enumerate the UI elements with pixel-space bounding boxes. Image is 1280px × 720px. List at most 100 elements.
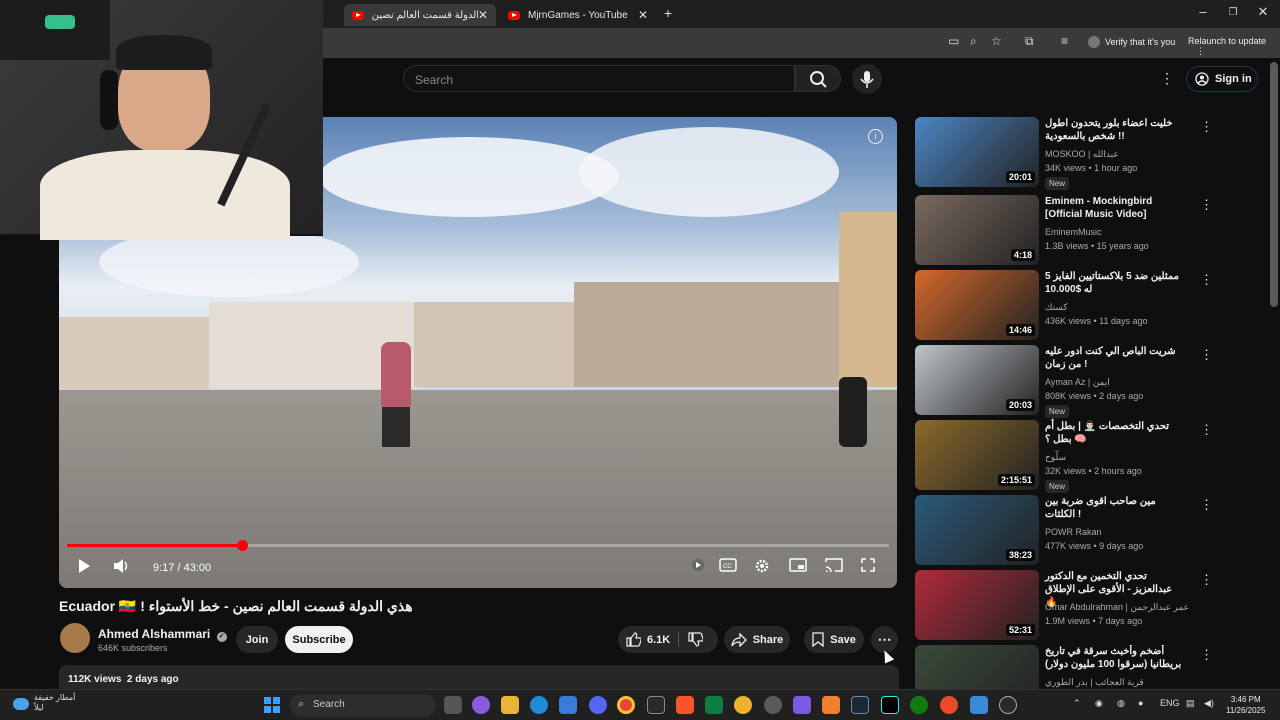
captions-button[interactable]: CC [719,558,737,575]
recommendation-thumbnail[interactable] [915,645,1039,689]
more-actions-button[interactable]: ⋯ [871,626,898,653]
recommendation-thumbnail[interactable]: 20:01 [915,117,1039,187]
recommendation-thumbnail[interactable]: 38:23 [915,495,1039,565]
recommendation-menu-icon[interactable]: ⋮ [1200,272,1213,288]
menu-kebab-icon[interactable]: ⋮ [1196,46,1205,56]
like-button[interactable]: 6.1K [626,632,670,647]
dislike-button[interactable] [688,632,704,650]
sign-in-button[interactable]: Sign in [1186,66,1258,92]
fullscreen-button[interactable] [861,558,875,575]
video-progress-bar[interactable] [67,540,889,551]
volume-icon[interactable]: ◀) [1204,698,1214,709]
recommendation-menu-icon[interactable]: ⋮ [1200,497,1213,513]
tab-mjrngames[interactable]: MjrnGames - YouTube ✕ [500,4,656,26]
verify-account-chip[interactable]: Verify that it's you [1088,36,1175,48]
maximize-button[interactable]: ❐ [1218,7,1248,18]
excel-icon[interactable] [705,696,723,714]
recommendation-title[interactable]: خليت اعضاء بلور يتحدون اطول شخص بالسعودي… [1045,117,1185,143]
recommendation-menu-icon[interactable]: ⋮ [1200,422,1213,438]
close-window-button[interactable]: ✕ [1248,4,1278,20]
recommendation-channel[interactable]: MOSKOO | عبدالله [1045,149,1119,160]
tab-active-video[interactable]: هذي الدولة قسمت العالم نصين - ✕ [344,4,496,26]
recommendation-thumbnail[interactable]: 14:46 [915,270,1039,340]
tiktok-icon[interactable] [881,696,899,714]
weather-icon[interactable] [13,698,29,710]
recommendation-title[interactable]: 5 ممثلين ضد 5 بلاكستاتيين الفايز له $10.… [1045,270,1185,296]
cast-icon[interactable]: ▭ [948,34,959,48]
recommendation-thumbnail[interactable]: 20:03 [915,345,1039,415]
reading-list-icon[interactable]: ≡ [1061,34,1068,48]
recommendation-item[interactable]: 2:15:51 تحدي التخصصات 👨🏻‍⚕️ | بطل أم بطل … [915,420,1215,493]
steam-icon[interactable] [851,696,869,714]
taskbar-search[interactable]: ⌕ Search [290,694,436,717]
obs-icon[interactable] [940,696,958,714]
channel-name[interactable]: Ahmed Alshammari ✓ [98,627,227,642]
search-input[interactable]: Search [403,65,795,92]
share-button[interactable]: Share [724,626,790,653]
recommendation-item[interactable]: 38:23 مين صاحب اقوى ضربة بين الكلثات ! POW… [915,495,1215,565]
recommendation-title[interactable]: مين صاحب اقوى ضربة بين الكلثات ! [1045,495,1185,521]
recommendation-channel[interactable]: EminemMusic [1045,227,1102,237]
bookmark-star-icon[interactable]: ☆ [991,34,1002,48]
recommendation-menu-icon[interactable]: ⋮ [1200,647,1213,663]
recommendation-title[interactable]: أضخم وأخبث سرقة في تاريخ بريطانيا (سرقوا… [1045,645,1185,671]
tray-overflow-icon[interactable]: ⌃ [1073,698,1081,709]
copilot-icon[interactable] [472,696,490,714]
subscribe-button[interactable]: Subscribe [285,626,353,653]
recommendation-item[interactable]: 20:01 خليت اعضاء بلور يتحدون اطول شخص بال… [915,117,1215,190]
settings-kebab-icon[interactable]: ⋮ [1160,70,1174,87]
zoom-icon[interactable]: ⌕ [970,34,977,49]
voice-search-button[interactable] [852,64,882,94]
microphone-icon[interactable]: ● [1138,698,1143,708]
start-button[interactable] [264,697,280,713]
tray-app-icon[interactable]: ◉ [1095,698,1103,709]
close-tab-icon[interactable]: ✕ [638,8,648,22]
recommendation-channel[interactable]: Ayman Az | ايمن [1045,377,1110,388]
play-button[interactable] [77,558,91,577]
page-scrollbar[interactable] [1270,62,1278,307]
recommendation-channel[interactable]: سلّوح [1045,452,1066,463]
app-icon[interactable] [734,696,752,714]
relaunch-button[interactable]: Relaunch to update ⋮ [1188,36,1280,57]
autoplay-toggle[interactable] [691,558,705,575]
recommendation-menu-icon[interactable]: ⋮ [1200,347,1213,363]
info-icon[interactable]: i [868,129,883,144]
minimize-button[interactable]: – [1188,4,1218,19]
miniplayer-button[interactable] [789,558,807,575]
recommendation-item[interactable]: 52:31 تحدي التخمين مع الدكتور عبدالعزيز -… [915,570,1215,640]
recommendation-menu-icon[interactable]: ⋮ [1200,197,1213,213]
recommendation-thumbnail[interactable]: 52:31 [915,570,1039,640]
language-indicator[interactable]: ENG [1160,698,1180,708]
app-icon[interactable] [970,696,988,714]
close-tab-icon[interactable]: ✕ [478,8,488,22]
capcut-icon[interactable] [647,696,665,714]
chrome-icon[interactable] [617,696,635,714]
system-clock[interactable]: 3:46 PM 11/26/2025 [1226,694,1265,716]
recommendation-item[interactable]: أضخم وأخبث سرقة في تاريخ بريطانيا (سرقوا… [915,645,1215,689]
discord-icon[interactable] [589,696,607,714]
recommendation-channel[interactable]: POWR Rakan [1045,527,1102,537]
search-button[interactable] [795,65,841,92]
channel-avatar[interactable] [60,623,90,653]
app-icon[interactable] [822,696,840,714]
task-view-icon[interactable] [444,696,462,714]
brave-icon[interactable] [676,696,694,714]
progress-scrubber[interactable] [237,540,248,551]
settings-button[interactable] [754,558,770,577]
recommendation-menu-icon[interactable]: ⋮ [1200,572,1213,588]
weather-widget[interactable]: أمطار خفيفة ليلاً [34,693,75,713]
recommendation-title[interactable]: تحدي التخصصات 👨🏻‍⚕️ | بطل أم بطل ؟ 🧠 [1045,420,1185,446]
join-button[interactable]: Join [236,626,278,653]
recommendation-channel[interactable]: Omar Abdulrahman | عمر عبدالرحمن [1045,602,1189,613]
recommendation-thumbnail[interactable]: 4:18 [915,195,1039,265]
app-icon[interactable] [764,696,782,714]
network-icon[interactable]: ▤ [1186,698,1195,709]
edge-icon[interactable] [530,696,548,714]
app-icon[interactable] [793,696,811,714]
recommendation-channel[interactable]: قرية العجائب | بدر الطوري [1045,677,1144,688]
new-tab-button[interactable]: + [664,5,672,21]
file-explorer-icon[interactable] [501,696,519,714]
recommendation-title[interactable]: شريت الباص الي كنت ادور عليه من زمان ! [1045,345,1185,371]
recommendation-item[interactable]: 20:03 شريت الباص الي كنت ادور عليه من زما… [915,345,1215,418]
recommendation-thumbnail[interactable]: 2:15:51 [915,420,1039,490]
